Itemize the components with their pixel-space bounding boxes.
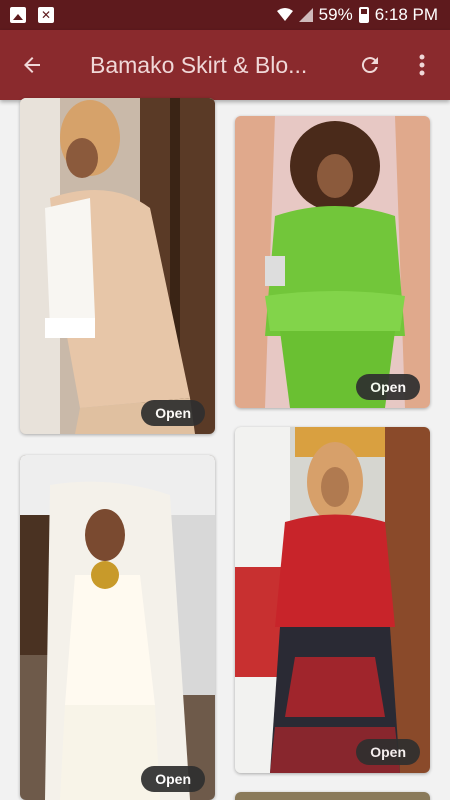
gallery-card-2[interactable]: Open: [235, 116, 430, 408]
more-vert-icon: [419, 54, 425, 76]
outfit-photo: [20, 455, 215, 800]
gallery-notification-icon: [10, 7, 26, 23]
outfit-photo: [20, 98, 215, 434]
back-arrow-icon: [24, 57, 40, 73]
open-button[interactable]: Open: [141, 766, 205, 792]
outfit-photo: [235, 116, 430, 408]
wifi-icon: [276, 8, 293, 21]
open-button[interactable]: Open: [141, 400, 205, 426]
outfit-photo: [235, 427, 430, 773]
gallery-card-1[interactable]: Open: [20, 98, 215, 434]
gallery-card-5[interactable]: [235, 792, 430, 800]
battery-icon: [358, 7, 369, 23]
open-button[interactable]: Open: [356, 374, 420, 400]
refresh-button[interactable]: [350, 45, 390, 85]
page-title: Bamako Skirt & Blo...: [90, 52, 308, 78]
back-button[interactable]: [12, 45, 52, 85]
open-button[interactable]: Open: [356, 739, 420, 765]
gallery-card-4[interactable]: Open: [235, 427, 430, 773]
overflow-menu-button[interactable]: [404, 45, 440, 85]
status-bar: ✕ 59% 6:18 PM: [0, 0, 450, 30]
refresh-icon: [361, 57, 378, 74]
app-bar: Bamako Skirt & Blo...: [0, 30, 450, 100]
battery-percent: 59%: [318, 5, 353, 24]
clock: 6:18 PM: [374, 5, 438, 24]
gallery-card-3[interactable]: Open: [20, 455, 215, 800]
signal-icon: [298, 8, 313, 22]
close-notification-icon: ✕: [38, 7, 54, 23]
